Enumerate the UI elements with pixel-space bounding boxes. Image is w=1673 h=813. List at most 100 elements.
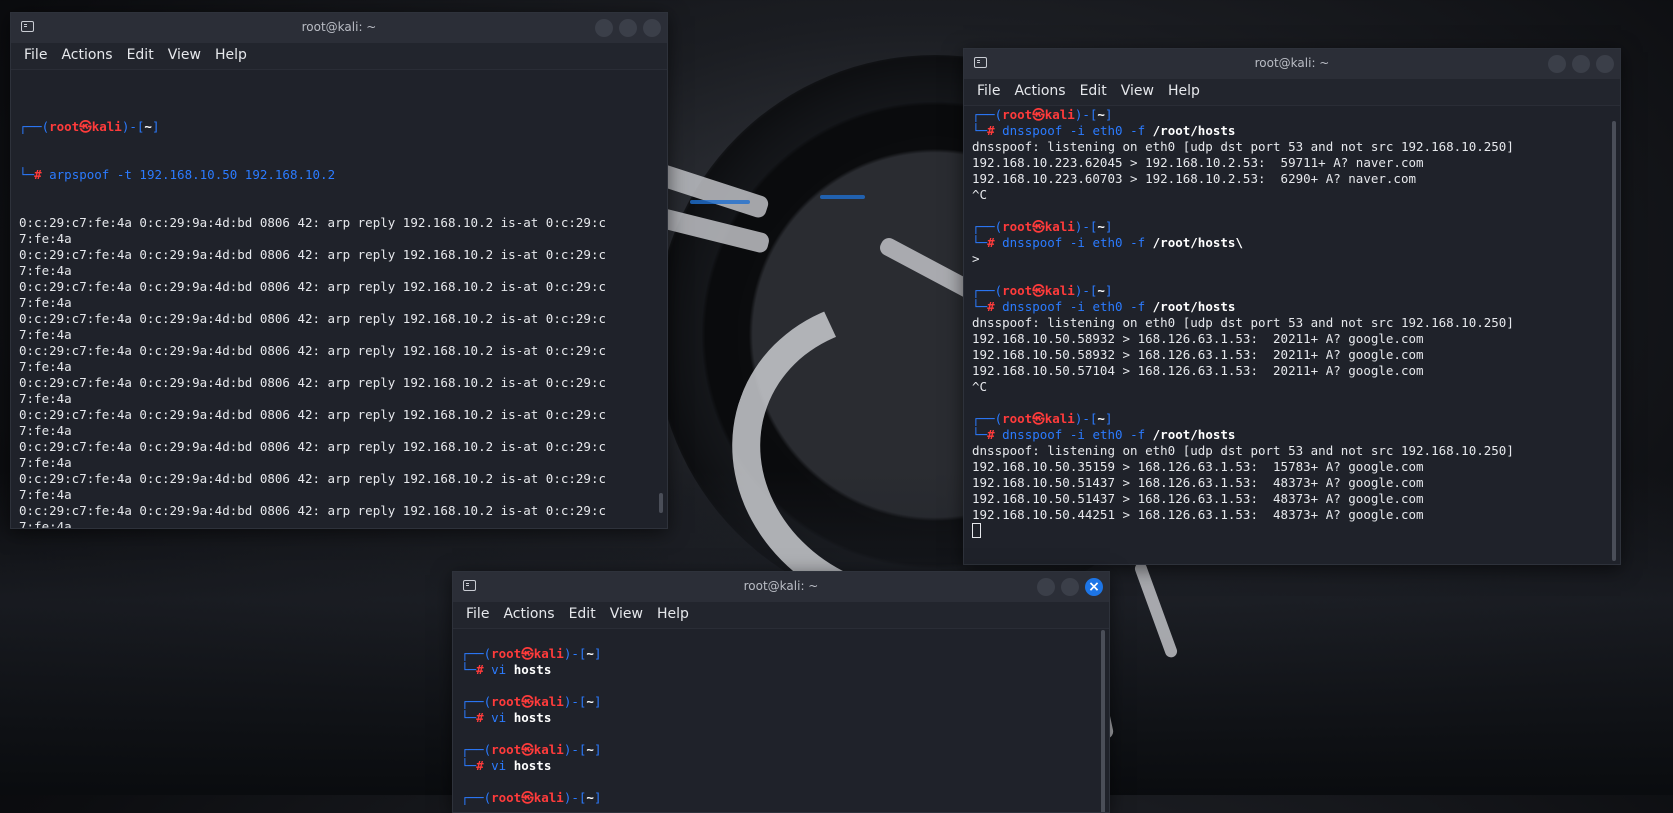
terminal-window-vi[interactable]: root@kali: ~ × File Actions Edit View He… xyxy=(452,571,1110,813)
prompt-line: ┌──(root㉿kali)-[~] xyxy=(972,411,1113,426)
maximize-button[interactable] xyxy=(1572,55,1590,73)
close-button[interactable] xyxy=(1596,55,1614,73)
scrollbar[interactable] xyxy=(1612,121,1616,561)
maximize-button[interactable] xyxy=(619,19,637,37)
menu-bar: File Actions Edit View Help xyxy=(11,43,667,70)
terminal-output[interactable]: ┌──(root㉿kali)-[~] └─# dnsspoof -i eth0 -… xyxy=(972,107,1604,539)
menu-edit[interactable]: Edit xyxy=(1073,79,1114,105)
maximize-button[interactable] xyxy=(1061,578,1079,596)
prompt-dir: ~ xyxy=(586,742,594,757)
wallpaper-blue-glow xyxy=(820,195,865,199)
command-text: arpspoof -t 192.168.10.50 192.168.10.2 xyxy=(49,167,336,182)
prompt-user: root xyxy=(1002,107,1033,122)
menu-file[interactable]: File xyxy=(459,602,496,628)
output-line: 7:fe:4a xyxy=(19,455,72,470)
close-button[interactable]: × xyxy=(1085,578,1103,596)
output-line: ^C xyxy=(972,379,988,394)
terminal-output[interactable]: ┌──(root㉿kali)-[~] └─# arpspoof -t 192.1… xyxy=(19,87,651,528)
output-line: 0:c:29:c7:fe:4a 0:c:29:9a:4d:bd 0806 42:… xyxy=(19,215,606,230)
menu-file[interactable]: File xyxy=(17,43,54,69)
prompt-dir: ~ xyxy=(1097,107,1105,122)
command-line: └─# dnsspoof -i eth0 -f /root/hosts xyxy=(972,427,1236,442)
prompt-dir: ~ xyxy=(144,119,152,134)
command-line: └─# vi hosts xyxy=(461,662,552,677)
output-line: 0:c:29:c7:fe:4a 0:c:29:9a:4d:bd 0806 42:… xyxy=(19,311,606,326)
scrollbar[interactable] xyxy=(1101,630,1105,812)
output-line: 0:c:29:c7:fe:4a 0:c:29:9a:4d:bd 0806 42:… xyxy=(19,471,606,486)
menu-help[interactable]: Help xyxy=(650,602,696,628)
prompt-dir: ~ xyxy=(1097,283,1105,298)
minimize-button[interactable] xyxy=(595,19,613,37)
scrollbar[interactable] xyxy=(659,493,663,513)
command-name: vi xyxy=(491,710,507,725)
output-line: 0:c:29:c7:fe:4a 0:c:29:9a:4d:bd 0806 42:… xyxy=(19,343,606,358)
window-titlebar[interactable]: root@kali: ~ xyxy=(964,49,1620,79)
prompt-line: ┌──(root㉿kali)-[~] xyxy=(972,219,1113,234)
menu-bar: File Actions Edit View Help xyxy=(453,602,1109,629)
menu-help[interactable]: Help xyxy=(1161,79,1207,105)
window-title: root@kali: ~ xyxy=(301,20,377,34)
output-line: 0:c:29:c7:fe:4a 0:c:29:9a:4d:bd 0806 42:… xyxy=(19,247,606,262)
output-line: 192.168.10.50.58932 > 168.126.63.1.53: 2… xyxy=(972,331,1424,346)
command-line: └─# arpspoof -t 192.168.10.50 192.168.10… xyxy=(19,167,336,182)
command-line: └─# vi hosts xyxy=(461,710,552,725)
prompt-user: root xyxy=(1002,283,1033,298)
command-file: hosts xyxy=(513,710,552,725)
menu-actions[interactable]: Actions xyxy=(496,602,561,628)
command-line: └─# dnsspoof -i eth0 -f /root/hosts\ xyxy=(972,235,1243,250)
minimize-button[interactable] xyxy=(1548,55,1566,73)
output-line: 192.168.10.50.51437 > 168.126.63.1.53: 4… xyxy=(972,491,1424,506)
window-titlebar[interactable]: root@kali: ~ xyxy=(11,13,667,43)
prompt-line: ┌──(root㉿kali)-[~] xyxy=(461,694,602,709)
menu-edit[interactable]: Edit xyxy=(120,43,161,69)
menu-view[interactable]: View xyxy=(1114,79,1161,105)
prompt-line: ┌──(root㉿kali)-[~] xyxy=(972,107,1113,122)
output-line: 192.168.10.223.60703 > 192.168.10.2.53: … xyxy=(972,171,1417,186)
cursor-line xyxy=(972,523,1604,539)
minimize-button[interactable] xyxy=(1037,578,1055,596)
menu-actions[interactable]: Actions xyxy=(54,43,119,69)
output-line: 7:fe:4a xyxy=(19,263,72,278)
terminal-window-arpspoof[interactable]: root@kali: ~ File Actions Edit View Help… xyxy=(10,12,668,529)
command-file: hosts xyxy=(513,758,552,773)
wallpaper-blue-glow xyxy=(690,200,750,204)
menu-file[interactable]: File xyxy=(970,79,1007,105)
window-title: root@kali: ~ xyxy=(1254,56,1330,70)
menu-edit[interactable]: Edit xyxy=(562,602,603,628)
command-args: -i eth0 -f xyxy=(1062,123,1153,138)
output-line: 192.168.10.50.35159 > 168.126.63.1.53: 1… xyxy=(972,459,1424,474)
terminal-cursor xyxy=(972,523,981,538)
output-line: 7:fe:4a xyxy=(19,231,72,246)
menu-actions[interactable]: Actions xyxy=(1007,79,1072,105)
prompt-host: kali xyxy=(1044,283,1075,298)
output-line: dnsspoof: listening on eth0 [udp dst por… xyxy=(972,139,1514,154)
prompt-line: ┌──(root㉿kali)-[~] xyxy=(461,646,602,661)
terminal-window-dnsspoof[interactable]: root@kali: ~ File Actions Edit View Help… xyxy=(963,48,1621,565)
command-file: /root/hosts xyxy=(1152,427,1236,442)
command-file: hosts xyxy=(513,662,552,677)
output-line: ^C xyxy=(972,187,988,202)
terminal-output[interactable]: ┌──(root㉿kali)-[~] └─# vi hosts ┌──(root㉿… xyxy=(461,646,1093,806)
menu-view[interactable]: View xyxy=(603,602,650,628)
prompt-dir: ~ xyxy=(586,790,594,805)
close-button[interactable] xyxy=(643,19,661,37)
command-name: vi xyxy=(491,758,507,773)
prompt-host: kali xyxy=(533,646,564,661)
command-name: dnsspoof xyxy=(1002,427,1063,442)
window-titlebar[interactable]: root@kali: ~ × xyxy=(453,572,1109,602)
menu-help[interactable]: Help xyxy=(208,43,254,69)
prompt-dir: ~ xyxy=(586,694,594,709)
prompt-user: root xyxy=(491,790,522,805)
output-line: 192.168.10.50.57104 > 168.126.63.1.53: 2… xyxy=(972,363,1424,378)
prompt-line: ┌──(root㉿kali)-[~] xyxy=(972,283,1113,298)
prompt-host: kali xyxy=(91,119,122,134)
menu-view[interactable]: View xyxy=(161,43,208,69)
arpspoof-output: 0:c:29:c7:fe:4a 0:c:29:9a:4d:bd 0806 42:… xyxy=(19,215,651,528)
prompt-user: root xyxy=(491,742,522,757)
prompt-line: ┌──(root㉿kali)-[~] xyxy=(461,790,602,805)
